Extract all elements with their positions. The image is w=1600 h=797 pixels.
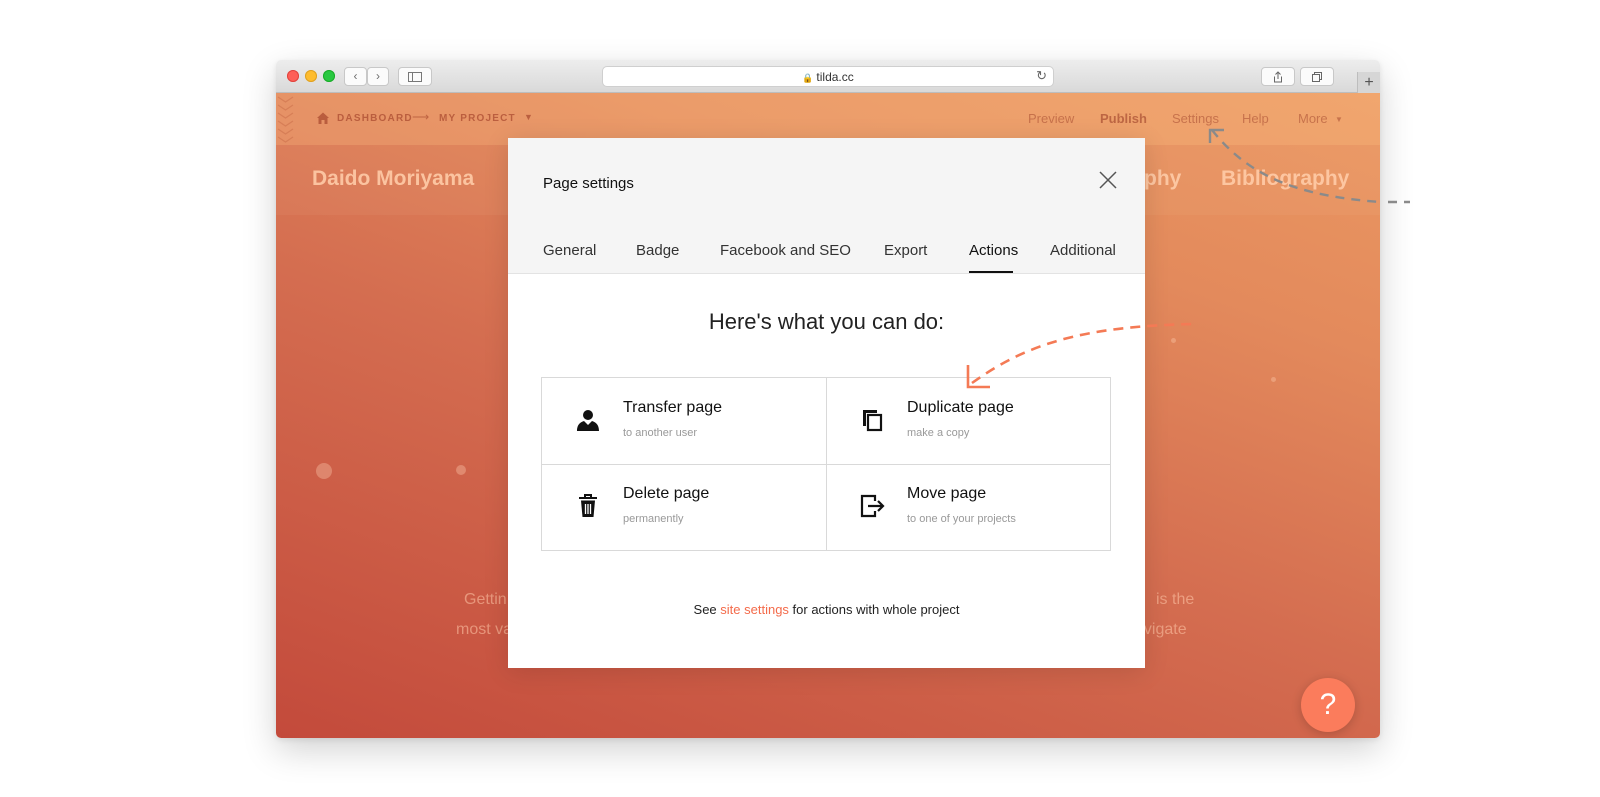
- zoom-window-button[interactable]: [323, 70, 335, 82]
- back-button[interactable]: ‹: [344, 67, 367, 86]
- caret-down-icon[interactable]: ▼: [524, 112, 533, 122]
- background-text: is the: [1156, 591, 1195, 608]
- footnote-text: See: [693, 602, 721, 617]
- plus-icon: +: [1364, 74, 1374, 91]
- tab-export[interactable]: Export: [884, 242, 927, 259]
- move-icon: [860, 494, 885, 518]
- decor-light: [316, 463, 332, 479]
- minimize-window-button[interactable]: [305, 70, 317, 82]
- close-icon[interactable]: [1096, 168, 1120, 192]
- chevron-right-icon: ›: [376, 69, 380, 83]
- copy-icon: [863, 410, 883, 432]
- action-subtitle: make a copy: [907, 427, 970, 439]
- reload-icon[interactable]: ↻: [1036, 68, 1047, 84]
- decor-light: [1271, 377, 1276, 382]
- help-button[interactable]: ?: [1301, 678, 1355, 732]
- lock-icon: 🔒: [802, 73, 814, 83]
- more-link[interactable]: More: [1298, 111, 1328, 126]
- modal-title: Page settings: [543, 175, 634, 192]
- tabs-icon: [1312, 72, 1322, 82]
- tab-badge[interactable]: Badge: [636, 242, 679, 259]
- url-text: tilda.cc: [816, 70, 854, 84]
- site-nav-bibliography[interactable]: Bibliography: [1221, 167, 1349, 191]
- user-icon: [577, 410, 599, 431]
- preview-link[interactable]: Preview: [1028, 111, 1074, 126]
- tabs-overview-button[interactable]: [1300, 67, 1334, 86]
- page-settings-modal: Page settings General Badge Facebook and…: [508, 138, 1145, 668]
- action-title: Duplicate page: [907, 399, 1014, 416]
- footnote-text: for actions with whole project: [788, 602, 960, 617]
- publish-link[interactable]: Publish: [1100, 111, 1147, 126]
- action-subtitle: permanently: [623, 513, 684, 525]
- breadcrumb-arrow-icon: ⟶: [412, 110, 430, 124]
- action-subtitle: to one of your projects: [907, 513, 1016, 525]
- help-link[interactable]: Help: [1242, 111, 1269, 126]
- tab-general[interactable]: General: [543, 242, 596, 259]
- action-subtitle: to another user: [623, 427, 697, 439]
- background-text: Gettin: [464, 591, 507, 608]
- home-icon[interactable]: [316, 111, 330, 125]
- close-window-button[interactable]: [287, 70, 299, 82]
- site-settings-note: See site settings for actions with whole…: [508, 602, 1145, 617]
- actions-heading: Here's what you can do:: [708, 309, 945, 334]
- site-nav-photography[interactable]: phy: [1144, 167, 1181, 191]
- tab-facebook-seo[interactable]: Facebook and SEO: [720, 242, 851, 259]
- site-settings-link[interactable]: site settings: [720, 602, 789, 617]
- active-tab-indicator: [969, 271, 1013, 273]
- question-icon: ?: [1319, 688, 1337, 721]
- browser-toolbar: ‹ › 🔒 tilda.cc ↻ +: [276, 60, 1380, 93]
- action-title: Move page: [907, 485, 987, 502]
- sidebar-icon: [408, 72, 422, 82]
- new-tab-button[interactable]: +: [1357, 72, 1380, 93]
- actions-grid: Transfer page to another user Duplicate …: [541, 377, 1111, 551]
- delete-page-action[interactable]: Delete page permanently: [542, 464, 826, 550]
- transfer-page-action[interactable]: Transfer page to another user: [542, 378, 826, 464]
- more-caret-icon[interactable]: ▼: [1335, 115, 1343, 124]
- site-brand: Daido Moriyama: [312, 167, 475, 190]
- action-title: Delete page: [623, 485, 710, 502]
- decor-light: [1171, 338, 1176, 343]
- chevron-left-icon: ‹: [353, 69, 358, 83]
- breadcrumb-project[interactable]: MY PROJECT: [439, 113, 516, 124]
- move-page-action[interactable]: Move page to one of your projects: [826, 464, 1110, 550]
- tab-additional[interactable]: Additional: [1050, 242, 1116, 259]
- address-bar[interactable]: 🔒 tilda.cc ↻: [602, 66, 1054, 87]
- settings-link[interactable]: Settings: [1172, 111, 1219, 126]
- forward-button[interactable]: ›: [367, 67, 389, 86]
- share-button[interactable]: [1261, 67, 1295, 86]
- duplicate-page-action[interactable]: Duplicate page make a copy: [826, 378, 1110, 464]
- background-text: most va: [456, 621, 513, 638]
- trash-icon: [579, 494, 597, 517]
- action-title: Transfer page: [623, 399, 723, 416]
- tab-actions[interactable]: Actions: [969, 242, 1018, 259]
- breadcrumb-dashboard[interactable]: DASHBOARD: [337, 113, 413, 124]
- share-icon: [1274, 71, 1282, 83]
- sidebar-toggle-button[interactable]: [398, 67, 432, 86]
- decor-light: [456, 465, 466, 475]
- modal-header: Page settings General Badge Facebook and…: [508, 138, 1145, 274]
